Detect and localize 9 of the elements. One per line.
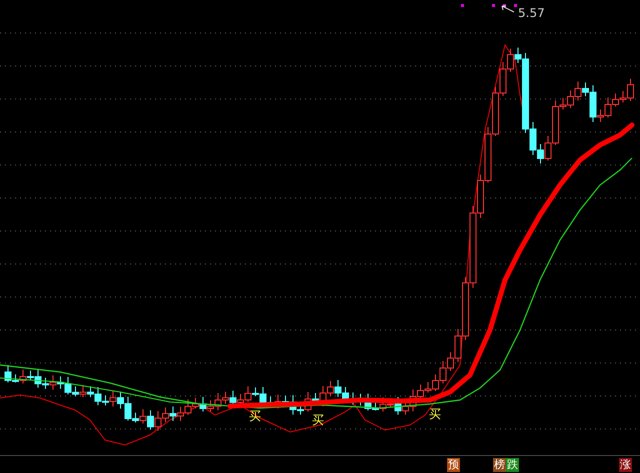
buy-signal-label: 买 [312,413,324,427]
peak-price-label: 5.57 [518,6,545,20]
buy-signal-label: 买 [429,407,441,421]
dot-markers-drawing [461,4,517,7]
tag-label[interactable]: 预 [447,458,460,472]
tag-label[interactable]: 涨 [619,458,632,472]
tag-label[interactable]: 榜 [493,458,506,472]
arrow-icon [502,6,514,12]
tag-label[interactable]: 跌 [506,458,519,472]
